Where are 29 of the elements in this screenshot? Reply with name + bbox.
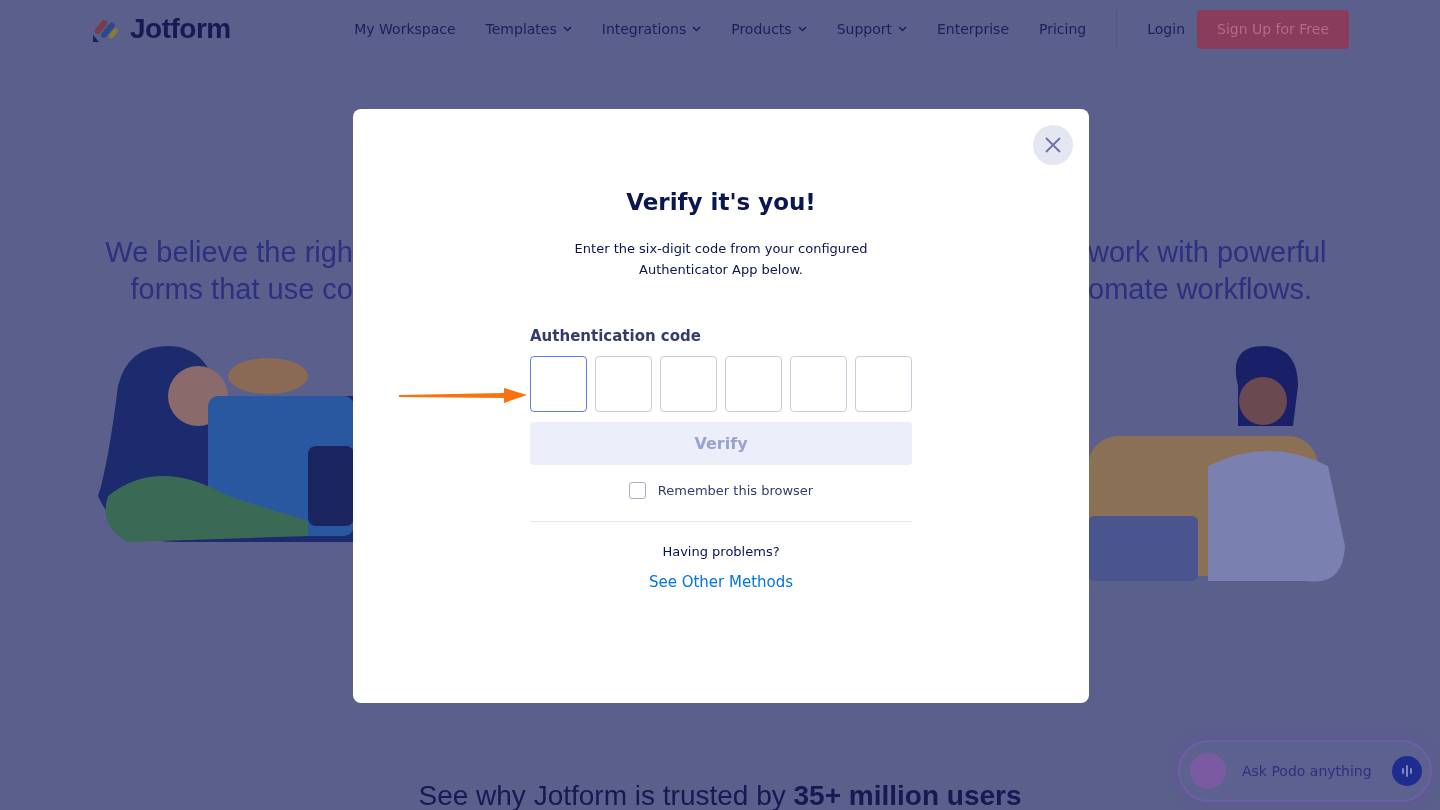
avatar-icon [1190,753,1226,789]
other-methods-link[interactable]: See Other Methods [648,573,794,591]
code-digit-field[interactable] [855,356,912,412]
help-text: Having problems? [662,544,780,559]
trust-heading: See why Jotform is trusted by 35+ million users [417,780,1023,810]
field-label: Authentication code [530,327,702,345]
nav-link[interactable]: Enterprise [937,21,1010,37]
nav-link[interactable]: My Workspace [354,21,456,37]
nav-link[interactable]: Products [731,21,807,37]
voice-button[interactable] [1392,756,1422,786]
code-digit-field[interactable] [790,356,847,412]
close-icon [1045,137,1061,153]
remember-checkbox[interactable] [628,482,646,499]
dialog-description: Enter the six-digit code from your configured [574,241,868,256]
code-digit-field[interactable] [595,356,652,412]
nav-link[interactable]: Templates [485,21,572,37]
checkbox-label: Remember this browser [657,483,814,498]
nav-link[interactable]: Pricing [1039,21,1087,37]
nav-link[interactable]: Integrations [601,21,702,37]
close-button[interactable] [1033,125,1073,165]
code-digit-field[interactable] [660,356,717,412]
sound-wave-icon [1401,765,1413,777]
code-digit-field[interactable] [530,356,587,412]
dialog-description: Authenticator App below. [639,262,803,277]
dialog-title: Verify it's you! [626,189,816,215]
nav-link[interactable]: Support [836,21,907,37]
code-digit-field[interactable] [725,356,782,412]
logo-wordmark[interactable]: Jotform [130,13,231,45]
login-link[interactable]: Login [1147,21,1185,37]
